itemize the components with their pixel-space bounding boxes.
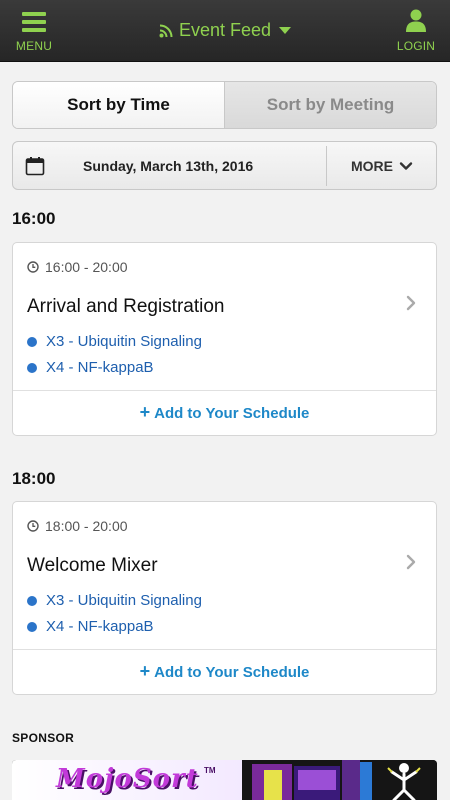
event-time-range: 18:00 - 20:00 [45,518,128,534]
event-time: 18:00 - 20:00 [27,518,128,534]
event-title[interactable]: Arrival and Registration [27,296,224,318]
track-label: X3 - Ubiquitin Signaling [46,592,202,609]
time-heading: 18:00 [12,469,56,488]
clock-icon [27,520,39,532]
calendar-icon[interactable] [25,156,45,176]
plus-icon: + [139,402,151,422]
event-time-range: 16:00 - 20:00 [45,259,128,275]
sort-by-time-tab[interactable]: Sort by Time [13,82,225,128]
chevron-down-icon [399,161,413,170]
track-label: X3 - Ubiquitin Signaling [46,333,202,350]
track-link[interactable]: X4 - NF-kappaB [27,618,154,635]
rss-icon [159,24,173,37]
sponsor-product-image [242,760,437,800]
login-button[interactable]: LOGIN [390,0,442,62]
track-link[interactable]: X4 - NF-kappaB [27,359,154,376]
add-to-schedule-button[interactable]: + Add to Your Schedule [13,650,436,694]
track-label: X4 - NF-kappaB [46,618,154,635]
sponsor-logo-text: MojoSort [56,764,199,794]
track-link[interactable]: X3 - Ubiquitin Signaling [27,592,202,609]
track-dot-icon [27,336,37,347]
more-button[interactable]: MORE [327,142,437,189]
selected-date[interactable]: Sunday, March 13th, 2016 [83,158,253,174]
add-to-schedule-label: Add to Your Schedule [154,404,310,422]
chevron-right-icon[interactable] [406,554,416,570]
sort-segmented-control: Sort by Time Sort by Meeting [12,81,437,129]
plus-icon: + [139,661,151,681]
sponsor-banner[interactable]: MojoSort TM [12,760,437,800]
event-card[interactable]: 18:00 - 20:00 Welcome Mixer X3 - Ubiquit… [12,501,437,695]
track-link[interactable]: X3 - Ubiquitin Signaling [27,333,202,350]
top-bar: MENU Event Feed LOGIN [0,0,450,62]
event-title[interactable]: Welcome Mixer [27,555,158,577]
sponsor-logo: MojoSort TM [12,760,242,800]
event-feed-dropdown[interactable]: Event Feed [0,20,450,41]
sponsor-heading: SPONSOR [12,731,75,745]
person-icon [406,9,426,32]
clock-icon [27,261,39,273]
menu-label: MENU [15,39,53,53]
page-title: Event Feed [178,20,272,40]
track-dot-icon [27,621,37,632]
event-card[interactable]: 16:00 - 20:00 Arrival and Registration X… [12,242,437,436]
login-label: LOGIN [396,39,436,53]
chevron-right-icon[interactable] [406,295,416,311]
caret-down-icon [279,27,292,34]
sort-by-meeting-tab[interactable]: Sort by Meeting [225,82,436,128]
time-heading: 16:00 [12,209,56,228]
trademark-mark: TM [204,766,216,775]
add-to-schedule-label: Add to Your Schedule [154,663,310,681]
more-label: MORE [351,157,393,174]
track-dot-icon [27,362,37,373]
track-label: X4 - NF-kappaB [46,359,154,376]
event-time: 16:00 - 20:00 [27,259,128,275]
date-bar: Sunday, March 13th, 2016 MORE [12,141,437,190]
add-to-schedule-button[interactable]: + Add to Your Schedule [13,391,436,435]
track-dot-icon [27,595,37,606]
